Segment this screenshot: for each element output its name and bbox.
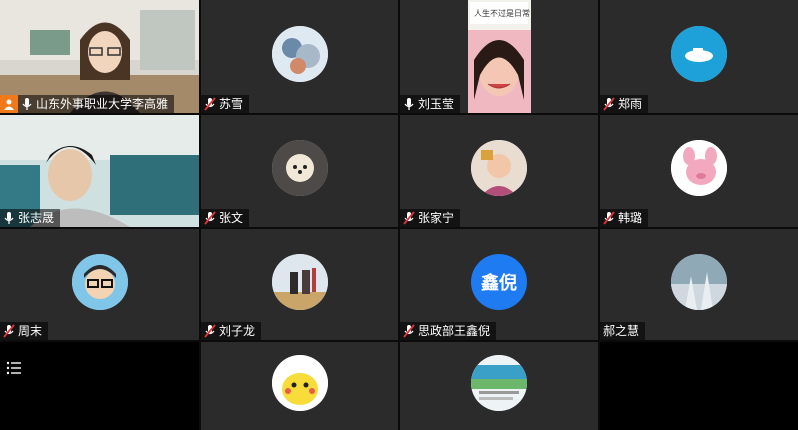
participant-name: 思政部王鑫倪 [418, 324, 491, 338]
participant-tile-11[interactable]: 鑫倪 思政部王鑫倪 [400, 229, 598, 340]
participant-tile-4[interactable]: 郑雨 [600, 0, 798, 113]
avatar [271, 253, 328, 310]
microphone-icon [21, 97, 33, 111]
participant-name: 苏雪 [219, 97, 244, 111]
participant-tile-1[interactable]: 山东外事职业大学李高雅 [0, 0, 199, 113]
microphone-muted-icon [403, 211, 415, 225]
participant-tile-6[interactable]: 张文 [201, 115, 398, 227]
participant-name: 张文 [219, 211, 244, 225]
participant-name-tag: 张文 [201, 209, 250, 227]
svg-text:人生不过是日常: 人生不过是日常 [474, 8, 530, 18]
avatar [271, 355, 328, 411]
microphone-muted-icon [603, 211, 615, 225]
participant-name-tag: 苏雪 [201, 95, 250, 113]
avatar [671, 253, 727, 310]
participant-name-tag: 张志晟 [0, 209, 61, 227]
microphone-muted-icon [204, 324, 216, 338]
participant-name-tag: 周末 [0, 322, 49, 340]
participant-name-tag: 刘子龙 [201, 322, 262, 340]
avatar [671, 25, 727, 82]
video-grid: 山东外事职业大学李高雅 苏雪 人生不过是日常 刘玉莹 郑雨 张志晟 张文 张家宁… [0, 0, 798, 430]
avatar: 鑫倪 [471, 253, 527, 310]
avatar [71, 253, 128, 310]
avatar [671, 140, 727, 196]
microphone-muted-icon [204, 211, 216, 225]
list-menu-icon[interactable] [6, 360, 26, 380]
participant-tile-14[interactable] [400, 342, 598, 430]
avatar [271, 140, 328, 196]
participant-tile-7[interactable]: 张家宁 [400, 115, 598, 227]
microphone-muted-icon [603, 97, 615, 111]
participant-tile-5[interactable]: 张志晟 [0, 115, 199, 227]
participant-tile-3[interactable]: 人生不过是日常 刘玉莹 [400, 0, 598, 113]
participant-name-tag: 山东外事职业大学李高雅 [0, 95, 175, 113]
participant-name: 山东外事职业大学李高雅 [36, 97, 169, 111]
avatar [271, 25, 328, 82]
participant-name: 张志晟 [18, 211, 55, 225]
participant-name: 韩璐 [618, 211, 643, 225]
participant-name-tag: 思政部王鑫倪 [400, 322, 497, 340]
avatar [471, 140, 527, 196]
avatar [471, 355, 527, 411]
empty-tile [0, 342, 199, 430]
participant-name-tag: 刘玉莹 [400, 95, 461, 113]
microphone-muted-icon [3, 324, 15, 338]
microphone-muted-icon [403, 324, 415, 338]
microphone-icon [3, 211, 15, 225]
participant-tile-8[interactable]: 韩璐 [600, 115, 798, 227]
participant-name: 郝之慧 [603, 324, 640, 338]
participant-name: 张家宁 [418, 211, 455, 225]
participant-name: 刘子龙 [219, 324, 256, 338]
microphone-muted-icon [204, 97, 216, 111]
participant-name-tag: 韩璐 [600, 209, 649, 227]
participant-tile-12[interactable]: 郝之慧 [600, 229, 798, 340]
participant-name: 刘玉莹 [418, 97, 455, 111]
participant-name-tag: 郑雨 [600, 95, 649, 113]
participant-tile-10[interactable]: 刘子龙 [201, 229, 398, 340]
empty-tile [600, 342, 798, 430]
participant-tile-13[interactable] [201, 342, 398, 430]
participant-name-tag: 张家宁 [400, 209, 461, 227]
participant-name-tag: 郝之慧 [600, 322, 646, 340]
participant-tile-9[interactable]: 周末 [0, 229, 199, 340]
host-icon [0, 95, 18, 113]
microphone-icon [403, 97, 415, 111]
participant-name: 周末 [18, 324, 43, 338]
participant-name: 郑雨 [618, 97, 643, 111]
participant-tile-2[interactable]: 苏雪 [201, 0, 398, 113]
